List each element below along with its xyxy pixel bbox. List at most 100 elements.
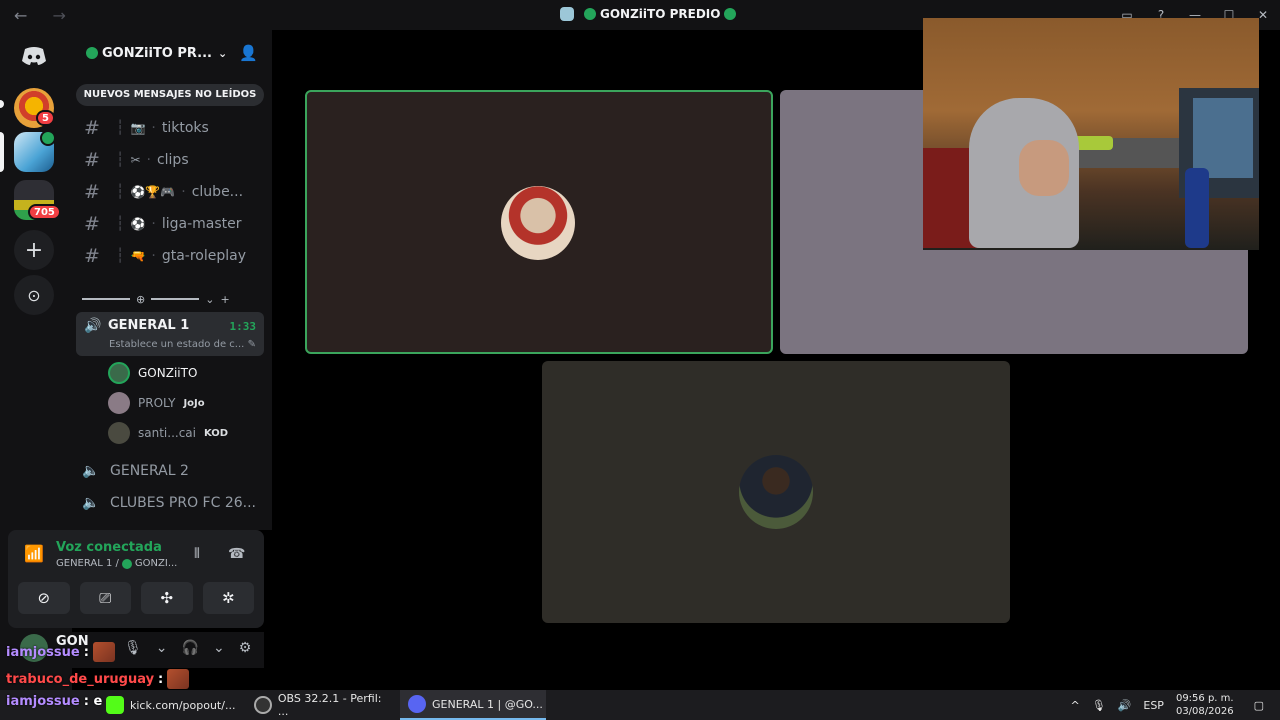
explore-icon[interactable]: ⊙ (14, 275, 54, 315)
server-header[interactable]: GONZiiTO PR... ⌄ 👤 (72, 30, 272, 76)
clock-date: 03/08/2026 (1175, 706, 1234, 717)
pencil-icon[interactable]: ✎ (248, 339, 256, 350)
clock[interactable]: 09:56 p. m. 03/08/2026 (1176, 692, 1234, 718)
voice-status[interactable]: Establece un estado de c... (109, 339, 244, 350)
voice-connected-title[interactable]: Voz conectada (56, 540, 162, 555)
dot-separator: · (181, 184, 186, 200)
channel-clips[interactable]: # ┆ ✂ · clips (82, 146, 266, 174)
taskbar-item-obs[interactable]: OBS 32.2.1 - Perfil: ... (254, 690, 394, 720)
avatar (108, 362, 130, 384)
channel-emoji: 🔫 (130, 249, 146, 263)
voice-channel-name: GENERAL 2 (110, 463, 189, 479)
screen-share-button[interactable]: ⎚ (79, 582, 131, 614)
voice-user-name: GONZiiTO (138, 366, 198, 380)
server-icon-2[interactable] (14, 130, 56, 172)
disconnect-icon[interactable]: ☎ (228, 546, 245, 562)
settings-gear-icon[interactable]: ⚙ (239, 640, 252, 656)
language-indicator[interactable]: ESP (1143, 699, 1164, 712)
voice-user-name: santi...cai (138, 426, 196, 440)
channel-tiktoks[interactable]: # ┆ 📷 · tiktoks (82, 114, 266, 142)
voice-channel-clubes-pro[interactable]: 🔈 CLUBES PRO FC 26... (82, 489, 256, 517)
avatar (108, 392, 130, 414)
server-folder-icon[interactable]: 705 (14, 180, 61, 220)
headset-icon[interactable]: 🎧 (182, 640, 199, 656)
window-title-text: GONZiiTO PREDIO (600, 7, 721, 21)
dot-separator: · (151, 120, 156, 136)
bottle (1185, 168, 1209, 248)
noise-suppression-icon[interactable]: ⫴ (194, 546, 200, 562)
channel-gta-roleplay[interactable]: # ┆ 🔫 · gta-roleplay (82, 242, 266, 270)
divider-line (82, 298, 130, 300)
microphone-icon[interactable]: 🎙 (124, 640, 142, 656)
speaker-icon: 🔈 (82, 495, 100, 511)
new-unread-banner[interactable]: NUEVOS MENSAJES NO LEÍDOS (76, 84, 264, 106)
separator: ┆ (116, 120, 125, 136)
chat-message: iamjossue : e (6, 694, 102, 709)
channel-name: tiktoks (161, 120, 209, 136)
avatar (501, 186, 575, 260)
discord-home-icon[interactable] (14, 36, 54, 76)
emote-icon (92, 642, 115, 662)
participant-tile-speaking[interactable] (305, 90, 773, 354)
volume-icon[interactable]: 🔊 (1118, 699, 1132, 712)
forward-arrow-icon[interactable]: → (53, 6, 76, 25)
user-tag: JoJo (183, 397, 205, 409)
add-member-icon[interactable]: 👤 (239, 44, 258, 62)
participant-tile[interactable] (542, 361, 1010, 623)
signal-icon[interactable]: 📶 (24, 544, 44, 563)
channel-liga-master[interactable]: # ┆ ⚽ · liga-master (82, 210, 266, 238)
notification-icon[interactable]: ▢ (1254, 699, 1264, 712)
chevron-down-icon[interactable]: ⌄ (156, 640, 168, 656)
voice-channel-name: GENERAL 1 (108, 318, 190, 333)
chat-message: iamjossue : (6, 642, 115, 662)
separator: ┆ (116, 152, 125, 168)
channel-emoji: 📷 (130, 121, 146, 135)
channel-name: clips (156, 152, 189, 168)
separator: ┆ (116, 184, 125, 200)
taskbar-item-discord[interactable]: GENERAL 1 | @GO... (400, 690, 546, 720)
chat-text: : (158, 671, 164, 687)
add-server-icon[interactable]: + (14, 230, 54, 270)
chat-user: iamjossue (6, 694, 80, 709)
channel-clubes[interactable]: # ┆ ⚽🏆🎮 · clube... (82, 178, 266, 206)
category-divider[interactable]: ⊕ ⌄ + (82, 290, 266, 308)
camera-off-button[interactable]: ⊘ (18, 582, 70, 614)
user-tag: KOD (203, 427, 229, 439)
face (1019, 140, 1069, 196)
hash-icon: # (84, 181, 100, 203)
speaker-icon: 🔊 (84, 318, 102, 334)
voice-channel-label: GENERAL 1 / (56, 558, 119, 569)
voice-channel-general-2[interactable]: 🔈 GENERAL 2 (82, 457, 189, 485)
voice-channel-general-1[interactable]: 🔊 GENERAL 1 1:33 Establece un estado de … (76, 312, 264, 356)
chevron-down-icon: ⌄ (217, 46, 228, 60)
voice-timer: 1:33 (229, 320, 257, 333)
add-channel-icon[interactable]: + (220, 293, 229, 306)
green-circle-icon (86, 47, 98, 59)
voice-action-buttons: ⊘ ⎚ ✣ ✲ (18, 582, 254, 614)
category-icon: ⊕ (136, 292, 146, 306)
nav-arrows: ← → (14, 6, 76, 25)
green-circle-icon (584, 8, 596, 20)
channel-sidebar: GONZiiTO PR... ⌄ 👤 NUEVOS MENSAJES NO LE… (72, 30, 272, 530)
voice-user-proly[interactable]: PROLY JoJo (108, 390, 205, 416)
server-icon-1[interactable]: 5 (14, 88, 55, 128)
voice-user-gonziito[interactable]: GONZiiTO (108, 360, 197, 386)
taskbar-item-kick[interactable]: kick.com/popout/... (106, 690, 244, 720)
microphone-icon[interactable]: 🎙 (1092, 699, 1106, 712)
clock-time: 09:56 p. m. (1175, 693, 1234, 704)
emote-icon (167, 669, 190, 689)
soundboard-button[interactable]: ✲ (202, 582, 254, 614)
chat-user: trabuco_de_uruguay (6, 671, 155, 687)
chat-message: trabuco_de_uruguay : (6, 669, 190, 689)
voice-stage (272, 18, 1280, 690)
tray-expand-icon[interactable]: ^ (1070, 699, 1079, 712)
activities-button[interactable]: ✣ (141, 582, 193, 614)
back-arrow-icon[interactable]: ← (14, 6, 37, 25)
voice-channel-name: CLUBES PRO FC 26... (110, 495, 256, 511)
voice-connected-panel: 📶 Voz conectada GENERAL 1 / GONZI... ⫴ ☎… (8, 530, 264, 628)
voice-connected-location[interactable]: GENERAL 1 / GONZI... (56, 558, 177, 569)
chevron-down-icon[interactable]: ⌄ (213, 640, 225, 656)
dot-separator: · (151, 248, 156, 264)
hash-icon: # (84, 149, 100, 171)
voice-user-santi[interactable]: santi...cai KOD (108, 420, 228, 446)
